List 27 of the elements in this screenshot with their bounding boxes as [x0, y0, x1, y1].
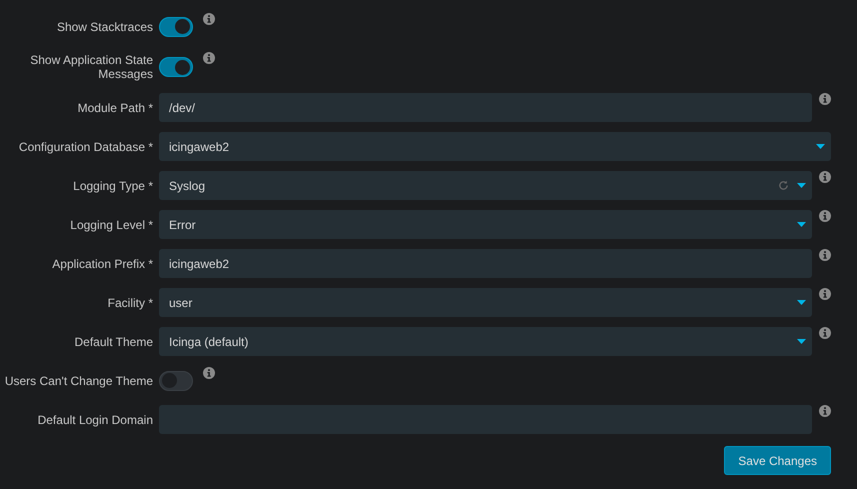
text-field[interactable]: icingaweb2: [159, 249, 812, 278]
field-label: Configuration Database *: [18, 140, 153, 154]
select-field[interactable]: user: [159, 288, 812, 317]
select-field[interactable]: Error: [159, 210, 812, 239]
toggle-switch[interactable]: [159, 16, 193, 36]
text-field[interactable]: /dev/: [159, 93, 812, 122]
field-label: Logging Type *: [72, 178, 153, 192]
field-label: Logging Level *: [69, 218, 153, 232]
caret-icon: [797, 222, 806, 227]
caret-icon: [797, 183, 806, 188]
caret-icon: [797, 339, 806, 344]
field-label: Show Application State Messages: [29, 53, 153, 81]
caret-icon: [816, 144, 825, 149]
toggle-switch[interactable]: [159, 370, 193, 390]
select-field[interactable]: icingaweb2: [159, 132, 831, 161]
field-label: Module Path *: [76, 100, 153, 114]
field-label: Default Login Domain: [36, 412, 153, 426]
field-label: Users Can't Change Theme: [4, 374, 153, 388]
caret-icon: [797, 300, 806, 305]
save-changes-button[interactable]: Save Changes: [724, 446, 831, 475]
field-label: Facility *: [106, 296, 153, 310]
field-label: Default Theme: [74, 334, 153, 348]
toggle-switch[interactable]: [159, 57, 193, 77]
field-label: Show Stacktraces: [56, 20, 153, 34]
select-field[interactable]: Syslog: [159, 171, 812, 200]
field-label: Application Prefix *: [51, 256, 153, 270]
select-field[interactable]: Icinga (default): [159, 327, 812, 356]
